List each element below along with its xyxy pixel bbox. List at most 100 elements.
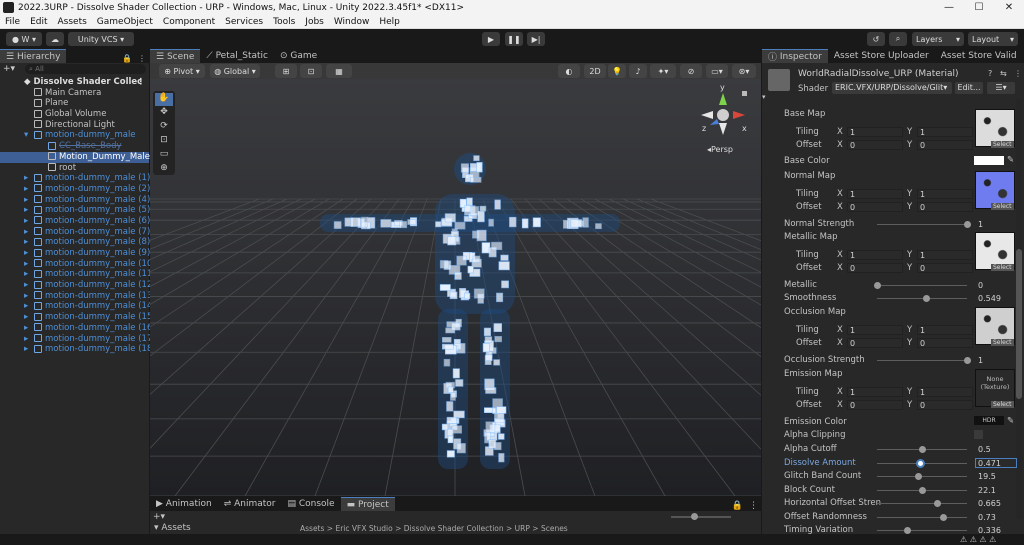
layout-dropdown[interactable]: Layout ▾ — [968, 32, 1018, 46]
shader-menu-icon[interactable]: ☰▾ — [987, 82, 1015, 94]
persp-label[interactable]: ◂Persp — [707, 145, 733, 154]
scene-root[interactable]: ◆ Dissolve Shader Collec ⋮ — [0, 77, 149, 88]
audio-icon[interactable]: ♪ — [629, 64, 647, 78]
expand-arrow-icon[interactable]: ▸ — [24, 334, 28, 345]
step-icon[interactable]: ▶| — [527, 32, 545, 46]
tiling-field[interactable]: 1 — [847, 189, 903, 199]
property-slider-knob[interactable] — [933, 500, 941, 507]
property-value-field[interactable]: 19.5 — [975, 471, 1017, 481]
hierarchy-item[interactable]: Plane — [0, 98, 149, 109]
close-icon[interactable]: ✕ — [994, 2, 1024, 13]
hierarchy-item[interactable]: ▸ motion-dummy_male (12) — [0, 280, 156, 291]
pause-icon[interactable]: ❚❚ — [505, 32, 523, 46]
transform-tool-icon[interactable]: ⊕ — [153, 163, 175, 176]
history-icon[interactable]: ↺ — [867, 32, 885, 46]
menu-file[interactable]: File — [0, 17, 25, 27]
increment-snap-icon[interactable]: ⊡ — [300, 64, 322, 78]
kebab-menu-icon[interactable]: ⋮ — [746, 501, 761, 511]
hierarchy-item[interactable]: ▸ motion-dummy_male (18) — [0, 344, 156, 355]
menu-window[interactable]: Window — [329, 17, 375, 27]
tiling-field[interactable]: 1 — [847, 387, 903, 397]
texture-select-button[interactable]: Select — [991, 339, 1014, 346]
tiling-field[interactable]: 1 — [917, 127, 973, 137]
hierarchy-item[interactable]: Motion_Dummy_Male — [0, 151, 150, 163]
tab-inspector[interactable]: ⓘ Inspector — [762, 49, 828, 63]
kebab-menu-icon[interactable]: ⋮ — [135, 54, 149, 63]
tab-petal-static[interactable]: ⟋ Petal_Static — [200, 49, 274, 63]
hierarchy-item[interactable]: Directional Light — [0, 120, 149, 131]
hierarchy-item[interactable]: ▸ motion-dummy_male (15) — [0, 312, 156, 323]
preset-icon[interactable]: ⇆ — [1000, 69, 1007, 78]
offset-field[interactable]: 0 — [917, 202, 973, 212]
hierarchy-item[interactable]: ▸ motion-dummy_male (9) — [0, 248, 150, 259]
expand-arrow-icon[interactable]: ▸ — [24, 291, 28, 302]
inspector-scrollbar[interactable] — [1016, 99, 1022, 519]
hierarchy-item[interactable]: ▸ motion-dummy_male (7) — [0, 227, 150, 238]
hierarchy-item[interactable]: Global Volume — [0, 109, 149, 120]
hierarchy-item[interactable]: ▸ motion-dummy_male (4) — [0, 195, 150, 206]
menu-services[interactable]: Services — [220, 17, 268, 27]
property-slider-knob[interactable] — [919, 486, 926, 494]
expand-arrow-icon[interactable]: ▸ — [24, 269, 28, 280]
scale-tool-icon[interactable]: ⊡ — [153, 135, 175, 148]
offset-field[interactable]: 0 — [847, 140, 903, 150]
hierarchy-item[interactable]: Main Camera — [0, 88, 149, 99]
tab-project[interactable]: ▬ Project — [340, 497, 395, 511]
tiling-field[interactable]: 1 — [917, 250, 973, 260]
offset-field[interactable]: 0 — [917, 400, 973, 410]
property-slider-knob[interactable] — [916, 458, 926, 468]
lock-icon[interactable]: 🔒 — [119, 54, 135, 63]
tab-animation[interactable]: ▶ Animation — [150, 497, 218, 511]
expand-arrow-icon[interactable]: ▸ — [24, 227, 28, 238]
base-color-swatch[interactable] — [974, 156, 1004, 165]
assets-folder[interactable]: ▾ Assets — [150, 523, 300, 533]
tab-asset-store-uploader[interactable]: Asset Store Uploader — [828, 49, 935, 63]
effects-icon[interactable]: ✦▾ — [650, 64, 676, 78]
menu-help[interactable]: Help — [374, 17, 405, 27]
offset-field[interactable]: 0 — [917, 140, 973, 150]
tab-console[interactable]: ▤ Console — [281, 497, 340, 511]
expand-arrow-icon[interactable]: ▸ — [24, 280, 28, 291]
collapse-icon[interactable]: ▾ — [762, 93, 766, 101]
kebab-menu-icon[interactable]: ⋮ — [137, 77, 146, 88]
pivot-dropdown[interactable]: ⊕ Pivot ▾ — [159, 64, 205, 78]
metallic-knob[interactable] — [874, 282, 881, 289]
toggle-2d-button[interactable]: 2D — [584, 64, 606, 78]
menu-assets[interactable]: Assets — [53, 17, 92, 27]
smoothness-value[interactable]: 0.549 — [975, 293, 1017, 303]
property-slider-knob[interactable] — [939, 513, 947, 521]
expand-arrow-icon[interactable]: ▸ — [24, 173, 28, 184]
help-icon[interactable]: ? — [988, 69, 992, 78]
property-value-field[interactable]: 0.5 — [975, 444, 1017, 454]
tab-hierarchy[interactable]: ☰ Hierarchy — [0, 49, 67, 63]
property-value-field[interactable]: 0.471 — [975, 457, 1017, 468]
offset-field[interactable]: 0 — [847, 202, 903, 212]
menu-component[interactable]: Component — [158, 17, 220, 27]
eyedropper-icon[interactable]: ✎ — [1007, 155, 1014, 165]
shading-mode-icon[interactable]: ◐ — [558, 64, 580, 78]
search-icon[interactable]: ⌕ — [889, 32, 907, 46]
hierarchy-item[interactable]: ▸ motion-dummy_male (6) — [0, 216, 150, 227]
expand-arrow-icon[interactable]: ▸ — [24, 248, 28, 259]
menu-gameobject[interactable]: GameObject — [92, 17, 158, 27]
expand-arrow-icon[interactable]: ▸ — [24, 195, 28, 206]
tiling-field[interactable]: 1 — [917, 189, 973, 199]
metallic-value[interactable]: 0 — [975, 280, 1017, 290]
add-icon[interactable]: +▾ — [153, 512, 165, 522]
hierarchy-item[interactable]: ▸ motion-dummy_male (5) — [0, 205, 150, 216]
offset-field[interactable]: 0 — [847, 400, 903, 410]
offset-field[interactable]: 0 — [847, 338, 903, 348]
gizmo-lock-icon[interactable] — [742, 91, 747, 96]
grid-visibility-icon[interactable]: ▦ — [326, 64, 352, 78]
hierarchy-item[interactable]: ▾ motion-dummy_male — [0, 130, 149, 141]
expand-arrow-icon[interactable]: ▸ — [24, 237, 28, 248]
expand-arrow-icon[interactable]: ▾ — [24, 130, 28, 141]
tiling-field[interactable]: 1 — [847, 325, 903, 335]
maximize-icon[interactable]: ☐ — [964, 2, 994, 13]
tab-game[interactable]: ⊙ Game — [274, 49, 323, 63]
property-value-field[interactable]: 0.73 — [975, 512, 1017, 522]
property-slider-knob[interactable] — [919, 446, 926, 453]
grid-snap-icon[interactable]: ⊞ — [275, 64, 297, 78]
expand-arrow-icon[interactable]: ▸ — [24, 216, 28, 227]
tab-scene[interactable]: ☰ Scene — [150, 49, 201, 63]
